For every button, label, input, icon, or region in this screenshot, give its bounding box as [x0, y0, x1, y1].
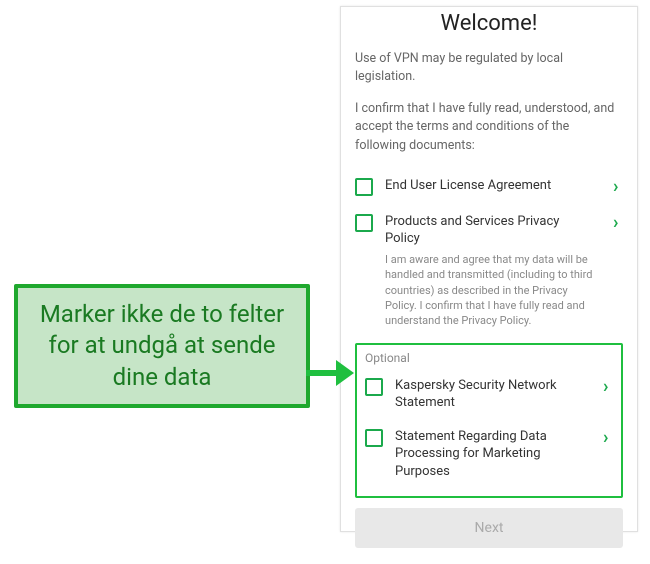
chevron-right-icon[interactable]: ›: [603, 376, 613, 397]
page-title: Welcome!: [355, 11, 623, 36]
chevron-right-icon[interactable]: ›: [603, 427, 613, 448]
optional-section: Optional Kaspersky Security Network Stat…: [355, 343, 623, 499]
regulation-note: Use of VPN may be regulated by local leg…: [355, 50, 623, 86]
annotation-callout: Marker ikke de to felter for at undgå at…: [14, 284, 310, 408]
checkbox-eula[interactable]: [355, 178, 373, 196]
optional-heading: Optional: [365, 351, 613, 365]
chevron-right-icon[interactable]: ›: [613, 176, 623, 197]
arrow-icon: [306, 360, 356, 390]
agreement-row-eula[interactable]: End User License Agreement ›: [355, 169, 623, 205]
agreement-row-ksn[interactable]: Kaspersky Security Network Statement ›: [365, 369, 613, 420]
agreement-row-marketing[interactable]: Statement Regarding Data Processing for …: [365, 420, 613, 489]
checkbox-ksn[interactable]: [365, 378, 383, 396]
agreement-row-privacy[interactable]: Products and Services Privacy Policy I a…: [355, 205, 623, 337]
checkbox-privacy[interactable]: [355, 214, 373, 232]
ksn-label: Kaspersky Security Network Statement: [395, 377, 587, 412]
privacy-label: Products and Services Privacy Policy: [385, 213, 597, 248]
marketing-label: Statement Regarding Data Processing for …: [395, 428, 587, 481]
confirm-text: I confirm that I have fully read, unders…: [355, 100, 623, 154]
privacy-block: Products and Services Privacy Policy I a…: [385, 213, 597, 329]
next-button[interactable]: Next: [355, 508, 623, 548]
callout-text: Marker ikke de to felter for at undgå at…: [28, 299, 296, 393]
chevron-right-icon[interactable]: ›: [613, 212, 623, 233]
app-screen: Welcome! Use of VPN may be regulated by …: [340, 6, 638, 532]
privacy-subtext: I am aware and agree that my data will b…: [385, 252, 597, 329]
checkbox-marketing[interactable]: [365, 429, 383, 447]
screen-content: Welcome! Use of VPN may be regulated by …: [341, 7, 637, 564]
eula-label: End User License Agreement: [385, 177, 597, 195]
